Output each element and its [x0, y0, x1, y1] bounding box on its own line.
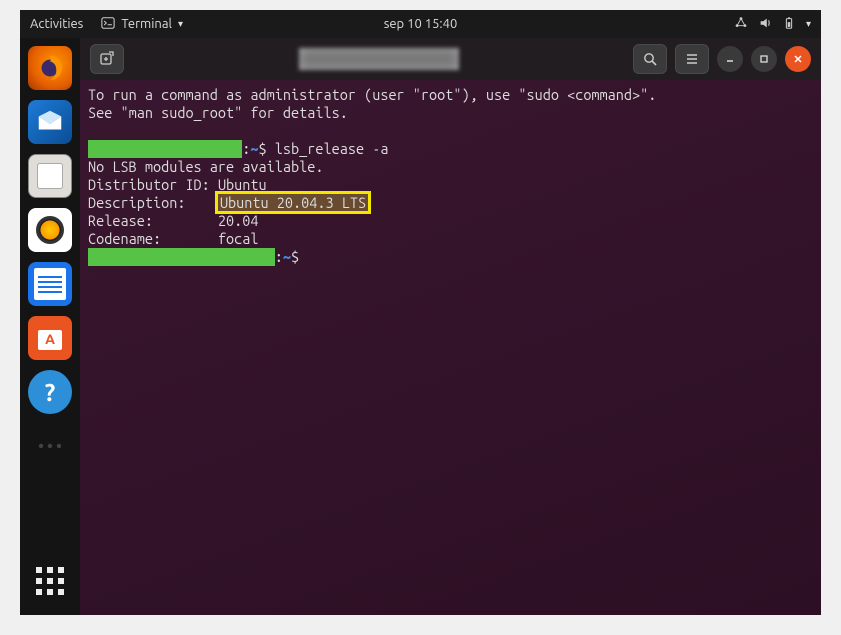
- dock-firefox[interactable]: [28, 46, 72, 90]
- dock-libreoffice-writer[interactable]: [28, 262, 72, 306]
- minimize-button[interactable]: [717, 46, 743, 72]
- dock-help[interactable]: ?: [28, 370, 72, 414]
- terminal-line: Codename: focal: [88, 230, 813, 248]
- terminal-window: To run a command as administrator (user …: [80, 38, 821, 615]
- terminal-output[interactable]: To run a command as administrator (user …: [80, 80, 821, 272]
- app-menu-label: Terminal: [121, 17, 172, 31]
- terminal-line: [88, 122, 813, 140]
- terminal-icon: [101, 16, 115, 33]
- terminal-line: See "man sudo_root" for details.: [88, 104, 813, 122]
- dock-overflow-icon: [28, 424, 72, 468]
- dock-thunderbird[interactable]: [28, 100, 72, 144]
- clock[interactable]: sep 10 15:40: [384, 17, 458, 31]
- network-icon[interactable]: [734, 16, 748, 33]
- dock-rhythmbox[interactable]: [28, 208, 72, 252]
- top-bar: Activities Terminal ▾ sep 10 15:40 ▾: [20, 10, 821, 38]
- command-text: lsb_release -a: [275, 140, 389, 157]
- app-menu[interactable]: Terminal ▾: [101, 16, 183, 33]
- redacted-user-host: xxxxxxxxxxxxxxxxxxx: [88, 140, 242, 158]
- chevron-down-icon: ▾: [178, 18, 183, 30]
- terminal-line: No LSB modules are available.: [88, 158, 813, 176]
- dock: ?: [20, 38, 80, 615]
- close-button[interactable]: [785, 46, 811, 72]
- chevron-down-icon[interactable]: ▾: [806, 18, 811, 30]
- activities-button[interactable]: Activities: [30, 17, 83, 31]
- terminal-prompt-line: xxxxxxxxxxxxxxxxxxx:~$ lsb_release -a: [88, 140, 813, 158]
- show-applications-button[interactable]: [28, 559, 72, 603]
- terminal-line: Release: 20.04: [88, 212, 813, 230]
- volume-icon[interactable]: [758, 16, 772, 33]
- search-button[interactable]: [633, 44, 667, 74]
- hamburger-menu-button[interactable]: [675, 44, 709, 74]
- new-tab-button[interactable]: [90, 44, 124, 74]
- terminal-line: To run a command as administrator (user …: [88, 86, 813, 104]
- window-title: [132, 48, 625, 70]
- terminal-line: Description: Ubuntu 20.04.3 LTS: [88, 194, 813, 212]
- maximize-button[interactable]: [751, 46, 777, 72]
- terminal-line: Distributor ID: Ubuntu: [88, 176, 813, 194]
- highlighted-value: Ubuntu 20.04.3 LTS: [218, 194, 368, 211]
- battery-icon[interactable]: [782, 16, 796, 33]
- redacted-user-host: xxxxxxxxxxxxxxxxxxxxxxx: [88, 248, 275, 266]
- terminal-headerbar: [80, 38, 821, 80]
- dock-files[interactable]: [28, 154, 72, 198]
- dock-ubuntu-software[interactable]: [28, 316, 72, 360]
- terminal-prompt-line: xxxxxxxxxxxxxxxxxxxxxxx:~$: [88, 248, 813, 266]
